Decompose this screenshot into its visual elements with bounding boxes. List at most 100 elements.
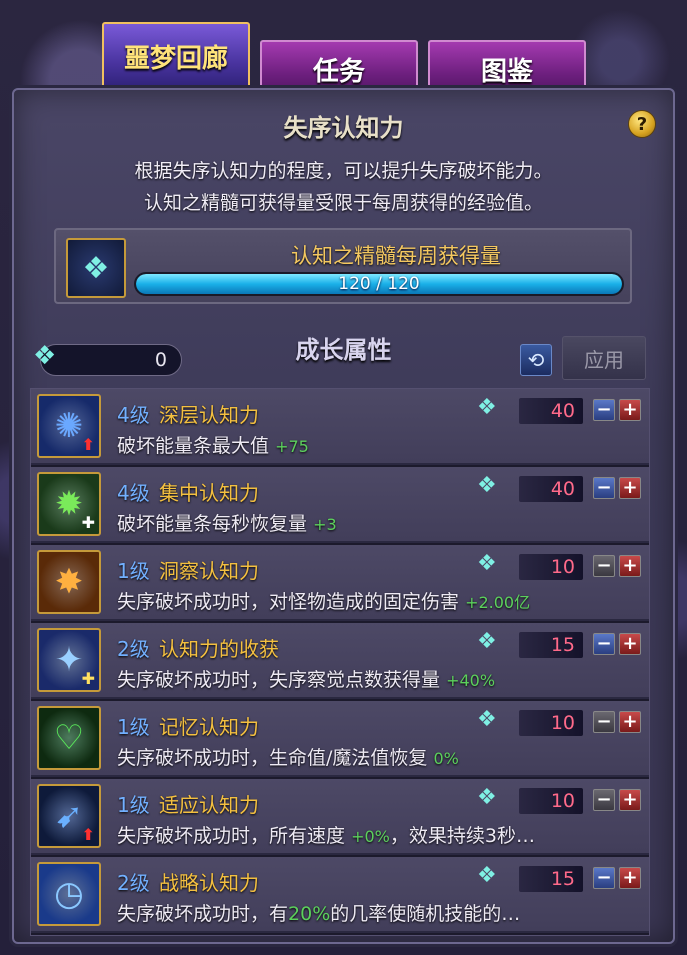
skill-cost-box: 15 [519, 632, 583, 658]
skill-cost-box: 40 [519, 476, 583, 502]
skill-bonus: +2.00亿 [465, 593, 531, 612]
skill-effect-text: 失序破坏成功时，所有速度 [117, 825, 346, 847]
skill-row: ✺ ⬆ 4级 深层认知力 破坏能量条最大值 +75 ❖ 40 − + [31, 389, 649, 465]
decrease-button[interactable]: − [593, 399, 615, 421]
skill-badge: ⬆ [81, 825, 95, 844]
skill-effect-prefix: 失序破坏成功时，有 [117, 903, 289, 925]
skill-cost: 10 [550, 790, 575, 812]
skill-effect-text: 破坏能量条最大值 [117, 435, 270, 457]
essence-icon: ❖ [477, 473, 497, 498]
skill-glyph: ✦ [54, 640, 84, 680]
skill-bonus: 20% [288, 903, 331, 925]
skill-bonus: +3 [313, 515, 337, 534]
essence-icon: ❖ [477, 863, 497, 888]
decrease-button[interactable]: − [593, 477, 615, 499]
skill-cost: 10 [550, 556, 575, 578]
skill-level: 4级 [117, 481, 150, 505]
increase-button[interactable]: + [619, 867, 641, 889]
skill-badge: ✚ [81, 669, 95, 688]
skill-name: 战略认知力 [159, 871, 259, 895]
tab-nightmare-corridor[interactable]: 噩梦回廊 [102, 22, 250, 90]
skill-effect: 破坏能量条最大值 +75 [117, 431, 309, 458]
refresh-icon: ⟲ [527, 348, 545, 372]
skill-bonus: +75 [275, 437, 309, 456]
skill-bonus: +40% [446, 671, 496, 690]
weekly-gain-label: 认知之精髓每周获得量 [291, 244, 501, 268]
essence-icon: ❖ [477, 707, 497, 732]
skill-row: ♡ 1级 记忆认知力 失序破坏成功时，生命值/魔法值恢复 0% ❖ 10 − + [31, 701, 649, 777]
skill-glyph: ◷ [54, 874, 84, 914]
weekly-progress-bar: 120 / 120 [134, 272, 624, 296]
description-line-2: 认知之精髓可获得量受限于每周获得的经验值。 [143, 192, 543, 214]
decrease-button[interactable]: − [593, 867, 615, 889]
skill-badge: ⬆ [81, 435, 95, 454]
decrease-button[interactable]: − [593, 555, 615, 577]
skill-level: 1级 [117, 559, 150, 583]
page-title: 失序认知力 [283, 113, 404, 142]
decrease-button[interactable]: − [593, 789, 615, 811]
skill-row: ✦ ✚ 2级 认知力的收获 失序破坏成功时，失序察觉点数获得量 +40% ❖ 1… [31, 623, 649, 699]
skill-level: 2级 [117, 637, 150, 661]
essence-icon: ❖ [66, 238, 126, 298]
description-line-1: 根据失序认知力的程度，可以提升失序破坏能力。 [134, 160, 553, 182]
increase-button[interactable]: + [619, 711, 641, 733]
decrease-button[interactable]: − [593, 633, 615, 655]
skill-level: 1级 [117, 793, 150, 817]
skill-glyph: ➹ [54, 796, 84, 836]
skill-glyph: ✸ [54, 562, 84, 602]
skill-effect-text: 失序破坏成功时，对怪物造成的固定伤害 [117, 591, 460, 613]
skill-row: ✸ 1级 洞察认知力 失序破坏成功时，对怪物造成的固定伤害 +2.00亿 ❖ 1… [31, 545, 649, 621]
skill-row: ➹ ⬆ 1级 适应认知力 失序破坏成功时，所有速度 +0%，效果持续3秒… ❖ … [31, 779, 649, 855]
weekly-gain-panel: ❖ 认知之精髓每周获得量 120 / 120 [54, 228, 632, 304]
help-icon[interactable]: ? [628, 110, 656, 138]
skill-effect: 失序破坏成功时，生命值/魔法值恢复 0% [117, 743, 459, 770]
skill-name: 深层认知力 [159, 403, 259, 427]
running-icon[interactable]: ➹ ⬆ [37, 784, 101, 848]
skill-effect: 失序破坏成功时，有20%的几率使随机技能的… [117, 899, 520, 926]
increase-button[interactable]: + [619, 477, 641, 499]
skill-cost: 40 [550, 400, 575, 422]
reset-button[interactable]: ⟲ [520, 344, 552, 376]
burst-icon[interactable]: ✺ ⬆ [37, 394, 101, 458]
decrease-button[interactable]: − [593, 711, 615, 733]
skill-cost: 10 [550, 712, 575, 734]
skill-cost: 15 [550, 634, 575, 656]
increase-button[interactable]: + [619, 555, 641, 577]
skill-name: 适应认知力 [159, 793, 259, 817]
skill-cost-box: 10 [519, 788, 583, 814]
essence-icon: ❖ [477, 785, 497, 810]
skill-glyph: ♡ [53, 718, 85, 758]
skill-cost-box: 40 [519, 398, 583, 424]
increase-button[interactable]: + [619, 789, 641, 811]
skill-bonus: +0% [351, 827, 390, 846]
heart-icon[interactable]: ♡ [37, 706, 101, 770]
skill-list: ✺ ⬆ 4级 深层认知力 破坏能量条最大值 +75 ❖ 40 − + ✹ ✚ 4… [30, 388, 650, 936]
focus-icon[interactable]: ✹ ✚ [37, 472, 101, 536]
clock-icon[interactable]: ◷ [37, 862, 101, 926]
skill-cost: 40 [550, 478, 575, 500]
skill-cost: 15 [550, 868, 575, 890]
skill-bonus: 0% [433, 749, 459, 768]
increase-button[interactable]: + [619, 633, 641, 655]
skill-level: 4级 [117, 403, 150, 427]
skill-level: 2级 [117, 871, 150, 895]
apply-button[interactable]: 应用 [562, 336, 646, 380]
skill-effect: 失序破坏成功时，失序察觉点数获得量 +40% [117, 665, 495, 692]
progress-text: 120 / 120 [338, 274, 420, 294]
essence-icon: ❖ [477, 551, 497, 576]
harvest-icon[interactable]: ✦ ✚ [37, 628, 101, 692]
increase-button[interactable]: + [619, 399, 641, 421]
skill-name: 洞察认知力 [159, 559, 259, 583]
skill-effect-text: 失序破坏成功时，生命值/魔法值恢复 [117, 747, 428, 769]
skill-effect-text: 失序破坏成功时，失序察觉点数获得量 [117, 669, 441, 691]
skill-effect: 失序破坏成功时，所有速度 +0%，效果持续3秒… [117, 821, 535, 848]
skill-name: 认知力的收获 [159, 637, 279, 661]
skill-row: ✹ ✚ 4级 集中认知力 破坏能量条每秒恢复量 +3 ❖ 40 − + [31, 467, 649, 543]
skill-name: 记忆认知力 [159, 715, 259, 739]
skill-effect-suffix: 的几率使随机技能的… [330, 903, 521, 925]
skill-badge: ✚ [81, 513, 95, 532]
essence-icon: ❖ [477, 629, 497, 654]
skill-cost-box: 10 [519, 554, 583, 580]
slash-icon[interactable]: ✸ [37, 550, 101, 614]
skill-cost-box: 10 [519, 710, 583, 736]
